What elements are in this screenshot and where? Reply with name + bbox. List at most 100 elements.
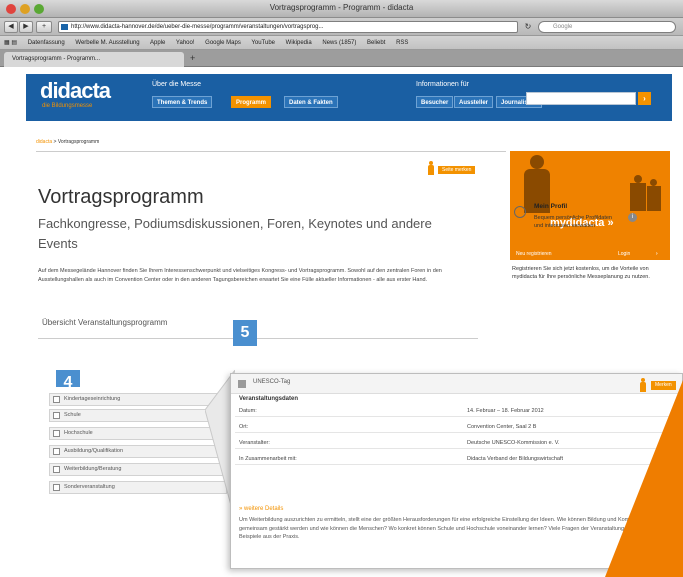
checkbox[interactable]	[53, 484, 60, 491]
profile-icon	[514, 206, 526, 218]
filter-label: Ausbildung/Qualifikation	[64, 448, 124, 454]
silhouette-body	[647, 186, 661, 211]
filter-label: Hochschule	[64, 430, 93, 436]
breadcrumb-current: Vortragsprogramm	[57, 139, 100, 145]
filter-item[interactable]: Kindertageseinrichtung	[49, 393, 227, 406]
register-link[interactable]: Neu registrieren	[516, 249, 552, 260]
bookmark-item[interactable]: Datenfassung	[28, 40, 65, 46]
mydidacta-banner[interactable]: mydidacta »	[510, 151, 670, 249]
event-description: Um Weiterbildung auszurichten zu ermitte…	[239, 517, 646, 540]
nav-aussteller[interactable]: Aussteller	[454, 96, 494, 108]
row-value: Didacta Verband der Bildungswirtschaft	[467, 456, 563, 462]
login-arrow-icon[interactable]: ›	[656, 249, 658, 260]
filter-item[interactable]: Weiterbildung/Beratung	[49, 463, 227, 476]
back-arrow-icon[interactable]: ◀	[4, 21, 18, 33]
filter-item[interactable]: Hochschule	[49, 427, 227, 440]
bookmarks-bar: ▦ ▤ Datenfassung Werbelle M. Ausstellung…	[0, 36, 683, 50]
bookmark-person-icon	[427, 161, 435, 175]
address-bar-url: http://www.didacta-hannover.de/de/ueber-…	[71, 24, 324, 30]
row-key: Ort:	[239, 424, 249, 430]
bookmark-item[interactable]: Google Maps	[205, 40, 241, 46]
didacta-logo[interactable]: didacta	[40, 78, 111, 104]
bookmarks-grid-icon[interactable]: ▦ ▤	[4, 40, 17, 46]
silhouette-head	[530, 155, 544, 169]
login-link[interactable]: Login	[618, 249, 630, 260]
logo-tagline: die Bildungsmesse	[42, 103, 93, 109]
bookmark-item[interactable]: Beliebt	[367, 40, 385, 46]
site-search-input[interactable]	[526, 92, 636, 105]
window-title: Vortragsprogramm - Programm - didacta	[269, 3, 414, 12]
breadcrumb: didacta > Vortragsprogramm	[36, 139, 99, 145]
new-tab-icon[interactable]: +	[190, 53, 195, 63]
page-subtitle: Fachkongresse, Podiumsdiskussionen, Fore…	[38, 216, 432, 251]
row-value: 14. Februar – 18. Februar 2012	[467, 408, 544, 414]
intro-text: Auf dem Messegelände Hannover finden Sie…	[38, 268, 442, 283]
more-details-link[interactable]: » weitere Details	[239, 506, 283, 512]
browser-search-placeholder: Google	[553, 24, 573, 30]
site-search-button[interactable]: ›	[638, 92, 651, 105]
silhouette-head	[650, 179, 657, 186]
bookmark-item[interactable]: RSS	[396, 40, 408, 46]
seite-merken-button[interactable]: Seite merken	[438, 166, 476, 174]
tab-bar: Vortragsprogramm - Programm... +	[0, 50, 683, 67]
site-header: didacta die Bildungsmesse Über die Messe…	[26, 74, 672, 121]
header-info-label[interactable]: Informationen für	[416, 81, 469, 88]
checkbox[interactable]	[53, 412, 60, 419]
divider	[38, 338, 478, 339]
orange-accent-shape	[605, 380, 683, 577]
filter-label: Sonderveranstaltung	[64, 484, 115, 490]
bookmark-item[interactable]: Yahoo!	[176, 40, 195, 46]
checkbox[interactable]	[53, 448, 60, 455]
filter-label: Schule	[64, 412, 81, 418]
step-badge-5: 5	[233, 320, 257, 346]
divider	[36, 151, 506, 152]
silhouette-head	[634, 175, 642, 183]
filter-item[interactable]: Ausbildung/Qualifikation	[49, 445, 227, 458]
nav-daten-fakten[interactable]: Daten & Fakten	[284, 96, 338, 108]
site-favicon-icon	[61, 24, 68, 30]
overview-heading: Übersicht Veranstaltungsprogramm	[42, 318, 168, 327]
breadcrumb-home[interactable]: didacta	[36, 139, 52, 145]
add-bookmark-icon[interactable]: +	[36, 21, 52, 33]
bookmark-item[interactable]: Werbelle M. Ausstellung	[75, 40, 139, 46]
profile-title[interactable]: Mein Profil	[534, 203, 567, 210]
info-icon[interactable]: i	[628, 213, 637, 222]
bookmark-item[interactable]: Apple	[150, 40, 165, 46]
row-value: Deutsche UNESCO-Kommission e. V.	[467, 440, 560, 446]
filter-item[interactable]: Schule	[49, 409, 227, 422]
filter-item[interactable]: Sonderveranstaltung	[49, 481, 227, 494]
row-value: Convention Center, Saal 2 B	[467, 424, 537, 430]
browser-search-input[interactable]: Google	[538, 21, 676, 33]
browser-toolbar: ◀ ▶ + http://www.didacta-hannover.de/de/…	[0, 18, 683, 36]
nav-programm[interactable]: Programm	[231, 96, 272, 108]
forward-arrow-icon[interactable]: ▶	[19, 21, 33, 33]
event-data-heading: Veranstaltungsdaten	[239, 396, 299, 402]
browser-tab[interactable]: Vortragsprogramm - Programm...	[4, 52, 184, 67]
row-key: Datum:	[239, 408, 257, 414]
profile-description: Bequem persönliche Profildaten und inter…	[534, 215, 612, 229]
checkbox[interactable]	[53, 430, 60, 437]
nav-besucher[interactable]: Besucher	[416, 96, 454, 108]
bookmark-item[interactable]: Wikipedia	[286, 40, 312, 46]
checkbox[interactable]	[53, 396, 60, 403]
event-icon	[238, 380, 246, 388]
screenshot-frame: Vortragsprogramm - Programm - didacta ◀ …	[0, 0, 683, 577]
reload-icon[interactable]: ↻	[522, 21, 534, 33]
bookmark-item[interactable]: News (1857)	[322, 40, 356, 46]
filter-label: Weiterbildung/Beratung	[64, 466, 122, 472]
register-description: Registrieren Sie sich jetzt kostenlos, u…	[512, 266, 650, 280]
filter-label: Kindertageseinrichtung	[64, 396, 121, 402]
row-key: Veranstalter:	[239, 440, 270, 446]
filter-panel: Kindertageseinrichtung Schule Hochschule…	[45, 387, 230, 527]
silhouette-body	[630, 183, 646, 211]
event-title: UNESCO-Tag	[253, 379, 291, 385]
nav-themen-trends[interactable]: Themen & Trends	[152, 96, 213, 108]
bookmark-item[interactable]: YouTube	[251, 40, 275, 46]
header-about-label[interactable]: Über die Messe	[152, 81, 201, 88]
row-key: In Zusammenarbeit mit:	[239, 456, 297, 462]
address-bar[interactable]: http://www.didacta-hannover.de/de/ueber-…	[58, 21, 518, 33]
checkbox[interactable]	[53, 466, 60, 473]
window-titlebar: Vortragsprogramm - Programm - didacta	[0, 0, 683, 18]
page-title: Vortragsprogramm	[38, 186, 204, 208]
account-links-bar: Neu registrieren Login ›	[510, 249, 670, 260]
